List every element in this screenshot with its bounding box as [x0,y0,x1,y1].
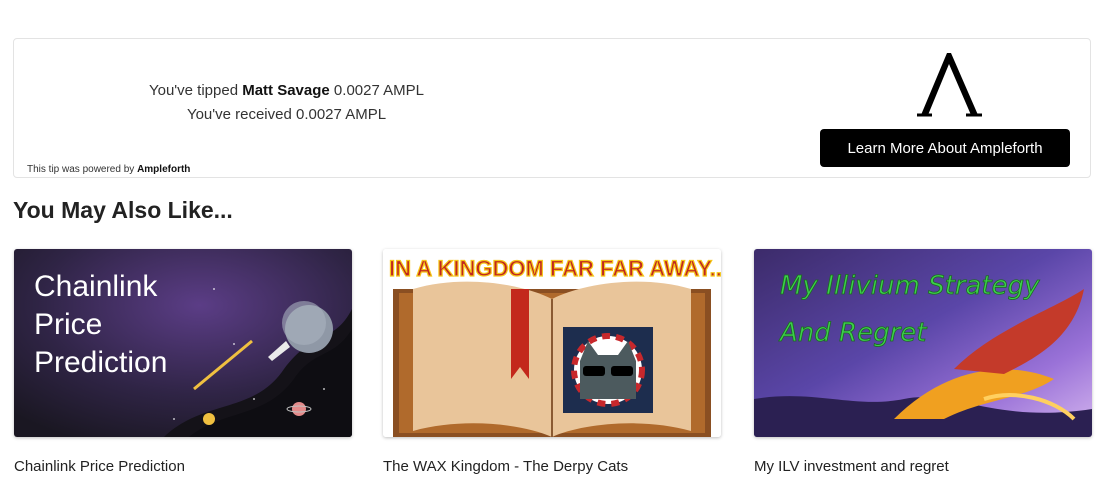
thumb-text-line: IN A KINGDOM FAR FAR AWAY... [389,256,721,281]
article-title[interactable]: My ILV investment and regret [754,458,949,475]
tipped-prefix: You've tipped [148,82,243,99]
article-card[interactable]: Chainlink Price Prediction Chainlink Pri… [14,249,352,475]
received-line: You've received 0.0027 AMPL [186,106,387,123]
article-thumbnail[interactable]: IN A KINGDOM FAR FAR AWAY... [383,249,721,437]
thumb-text-line: My Illivium Strategy [780,271,1040,301]
article-thumbnail[interactable]: My Illivium Strategy And Regret [754,249,1092,437]
article-title[interactable]: The WAX Kingdom - The Derpy Cats [383,458,628,475]
article-card[interactable]: IN A KINGDOM FAR FAR AWAY... The WAX Kin… [383,249,721,475]
powered-by: This tip was powered by Ampleforth [27,164,190,175]
tipped-line: You've tipped Matt Savage 0.0027 AMPL [14,79,559,103]
tipped-amount: 0.0027 AMPL [329,82,424,99]
tip-recipient[interactable]: Matt Savage [242,82,330,99]
thumb-text-line: Price [34,308,102,341]
article-card[interactable]: My Illivium Strategy And Regret My ILV i… [754,249,1092,475]
learn-more-button[interactable]: Learn More About Ampleforth [820,129,1070,167]
article-title[interactable]: Chainlink Price Prediction [14,458,185,475]
ampleforth-logo-icon [917,53,982,117]
powered-brand[interactable]: Ampleforth [137,164,190,175]
powered-prefix: This tip was powered by [27,164,138,175]
thumb-text-line: Chainlink [34,270,158,303]
section-title: You May Also Like... [13,197,233,223]
tip-box: You've tipped Matt Savage 0.0027 AMPL Yo… [13,38,1091,178]
thumb-text-line: And Regret [778,318,927,348]
article-thumbnail[interactable]: Chainlink Price Prediction [14,249,352,437]
thumb-text-line: Prediction [34,346,167,379]
tip-summary: You've tipped Matt Savage 0.0027 AMPL Yo… [14,79,559,127]
